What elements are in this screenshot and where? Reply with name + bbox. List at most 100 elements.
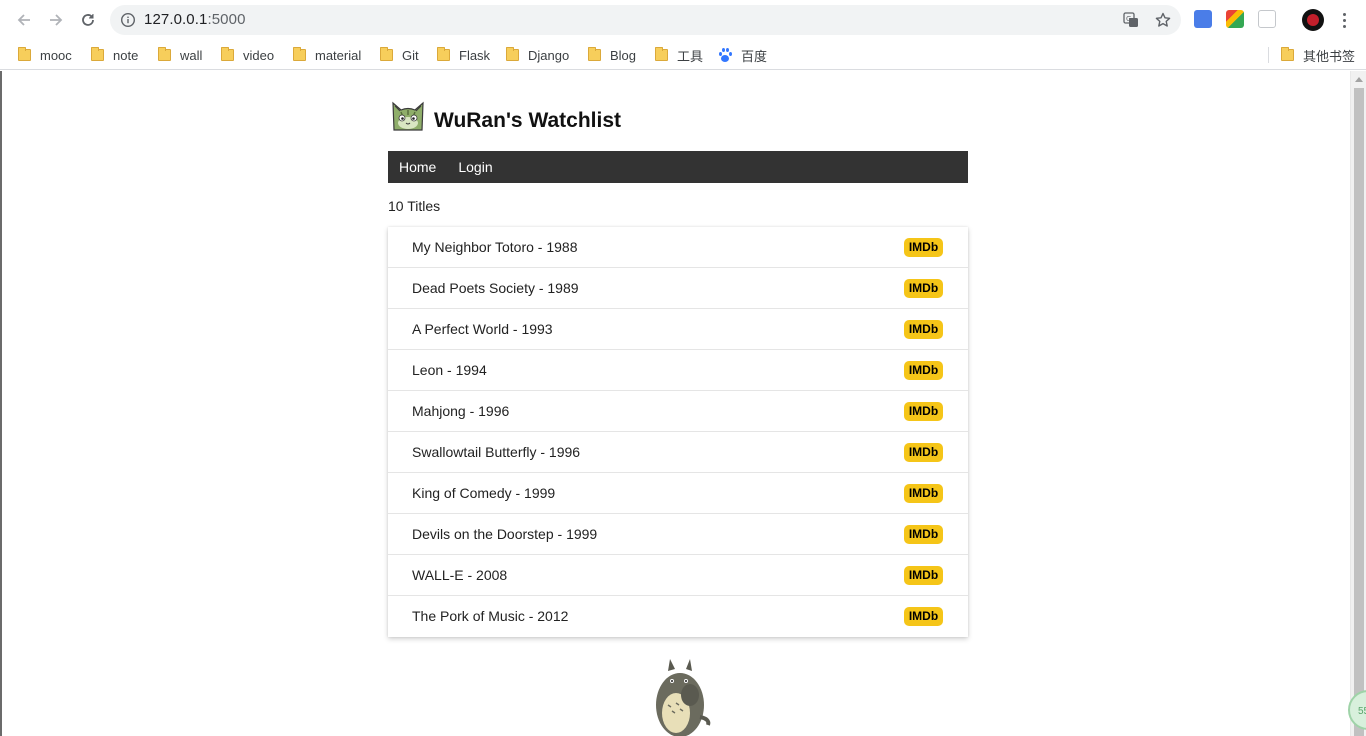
imdb-link-button[interactable]: IMDb (904, 320, 943, 339)
translate-extension-icon[interactable] (1258, 10, 1276, 28)
movie-title: Dead Poets Society - 1989 (412, 280, 579, 296)
imdb-link-button[interactable]: IMDb (904, 525, 943, 544)
imdb-link-button[interactable]: IMDb (904, 361, 943, 380)
imdb-link-button[interactable]: IMDb (904, 402, 943, 421)
movie-title: The Pork of Music - 2012 (412, 608, 569, 624)
bookmark-label: Git (402, 47, 419, 63)
site-header: WuRan's Watchlist (390, 93, 621, 133)
bookmark-label: video (243, 47, 275, 63)
bookmark-label: mooc (40, 47, 72, 63)
floating-widget-label: 55 (1358, 706, 1366, 717)
movie-title: Mahjong - 1996 (412, 403, 510, 419)
movie-title: Swallowtail Butterfly - 1996 (412, 444, 581, 460)
scroll-up-arrow-icon[interactable] (1355, 77, 1363, 82)
site-title: WuRan's Watchlist (434, 109, 622, 132)
bookmark-label: note (113, 47, 139, 63)
cat-avatar-icon (392, 101, 424, 131)
bookmark-label: 百度 (741, 48, 768, 64)
totoro-footer-icon (656, 659, 711, 736)
url-text[interactable]: 127.0.0.1:5000 (144, 11, 246, 28)
bookmark-material[interactable]: material (293, 44, 361, 66)
translate-page-icon[interactable]: G (1122, 11, 1140, 29)
colorful-extension-icon[interactable] (1226, 10, 1244, 28)
folder-icon (18, 47, 31, 61)
bookmark-django[interactable]: Django (506, 44, 569, 66)
folder-icon (1281, 47, 1294, 61)
bookmark-baidu[interactable]: 百度 (718, 44, 767, 66)
imdb-link-button[interactable]: IMDb (904, 279, 943, 298)
info-icon[interactable] (120, 12, 136, 28)
bookmarks-bar: mooc note wall video material Git Flask … (0, 40, 1366, 70)
movie-item: A Perfect World - 1993 IMDb (388, 309, 968, 350)
reload-icon (82, 14, 94, 26)
arrow-right-icon (50, 14, 63, 26)
movie-item: My Neighbor Totoro - 1988 IMDb (388, 227, 968, 268)
bookmark-flask[interactable]: Flask (437, 44, 490, 66)
forward-button[interactable] (44, 8, 68, 32)
bookmark-label: 工具 (677, 48, 704, 64)
bookmark-note[interactable]: note (91, 44, 138, 66)
movie-title: Devils on the Doorstep - 1999 (412, 526, 598, 542)
imdb-link-button[interactable]: IMDb (904, 607, 943, 626)
page-scrollbar[interactable] (1350, 71, 1366, 736)
folder-icon (91, 47, 104, 61)
bookmark-label: material (315, 47, 362, 63)
movie-list: My Neighbor Totoro - 1988 IMDb Dead Poets… (388, 227, 968, 637)
movie-item: Swallowtail Butterfly - 1996 IMDb (388, 432, 968, 473)
bookmark-git[interactable]: Git (380, 44, 419, 66)
other-bookmarks[interactable]: 其他书签 (1281, 44, 1355, 66)
imdb-link-button[interactable]: IMDb (904, 238, 943, 257)
folder-icon (506, 47, 519, 61)
movie-item: King of Comedy - 1999 IMDb (388, 473, 968, 514)
bookmark-label: Django (528, 47, 570, 63)
movie-title: My Neighbor Totoro - 1988 (412, 239, 578, 255)
movie-title: Leon - 1994 (412, 362, 487, 378)
browser-menu-icon[interactable] (1336, 10, 1352, 30)
folder-icon (158, 47, 171, 61)
browser-toolbar: 127.0.0.1:5000 G (0, 0, 1366, 40)
star-bookmark-icon[interactable] (1154, 11, 1172, 29)
folder-icon (293, 47, 306, 61)
movie-item: Devils on the Doorstep - 1999 IMDb (388, 514, 968, 555)
movie-item: Leon - 1994 IMDb (388, 350, 968, 391)
profile-avatar[interactable] (1302, 9, 1324, 31)
movie-item: Mahjong - 1996 IMDb (388, 391, 968, 432)
baidu-paw-icon (718, 48, 732, 62)
bookmark-label: Blog (610, 47, 637, 63)
movie-title: A Perfect World - 1993 (412, 321, 553, 337)
bookmark-label: Flask (459, 47, 491, 63)
main-navbar: Home Login (388, 151, 968, 183)
folder-icon (655, 47, 668, 61)
bookmark-blog[interactable]: Blog (588, 44, 636, 66)
titles-count: 10 Titles (388, 198, 441, 214)
nav-login-link[interactable]: Login (447, 151, 503, 183)
scrollbar-thumb[interactable] (1354, 88, 1364, 736)
bookmark-label: wall (180, 47, 203, 63)
bookmark-wall[interactable]: wall (158, 44, 202, 66)
movie-title: King of Comedy - 1999 (412, 485, 556, 501)
imdb-link-button[interactable]: IMDb (904, 443, 943, 462)
folder-icon (380, 47, 393, 61)
movie-item: WALL-E - 2008 IMDb (388, 555, 968, 596)
svg-text:G: G (1126, 15, 1131, 23)
arrow-left-icon (17, 14, 30, 26)
other-bookmarks-label: 其他书签 (1303, 48, 1356, 64)
movie-title: WALL-E - 2008 (412, 567, 508, 583)
bookmarks-divider (1268, 47, 1269, 63)
bookmark-mooc[interactable]: mooc (18, 44, 72, 66)
bookmark-video[interactable]: video (221, 44, 274, 66)
movie-item: The Pork of Music - 2012 IMDb (388, 596, 968, 637)
bookmark-tools[interactable]: 工具 (655, 44, 703, 66)
folder-icon (437, 47, 450, 61)
folder-icon (588, 47, 601, 61)
nav-home-link[interactable]: Home (388, 151, 447, 183)
google-translate-extension-icon[interactable] (1194, 10, 1212, 28)
folder-icon (221, 47, 234, 61)
back-button[interactable] (12, 8, 36, 32)
page-viewport: WuRan's Watchlist Home Login 10 Titles M… (0, 71, 1350, 736)
movie-item: Dead Poets Society - 1989 IMDb (388, 268, 968, 309)
imdb-link-button[interactable]: IMDb (904, 566, 943, 585)
imdb-link-button[interactable]: IMDb (904, 484, 943, 503)
reload-button[interactable] (76, 8, 100, 32)
address-bar[interactable]: 127.0.0.1:5000 G (110, 5, 1181, 35)
